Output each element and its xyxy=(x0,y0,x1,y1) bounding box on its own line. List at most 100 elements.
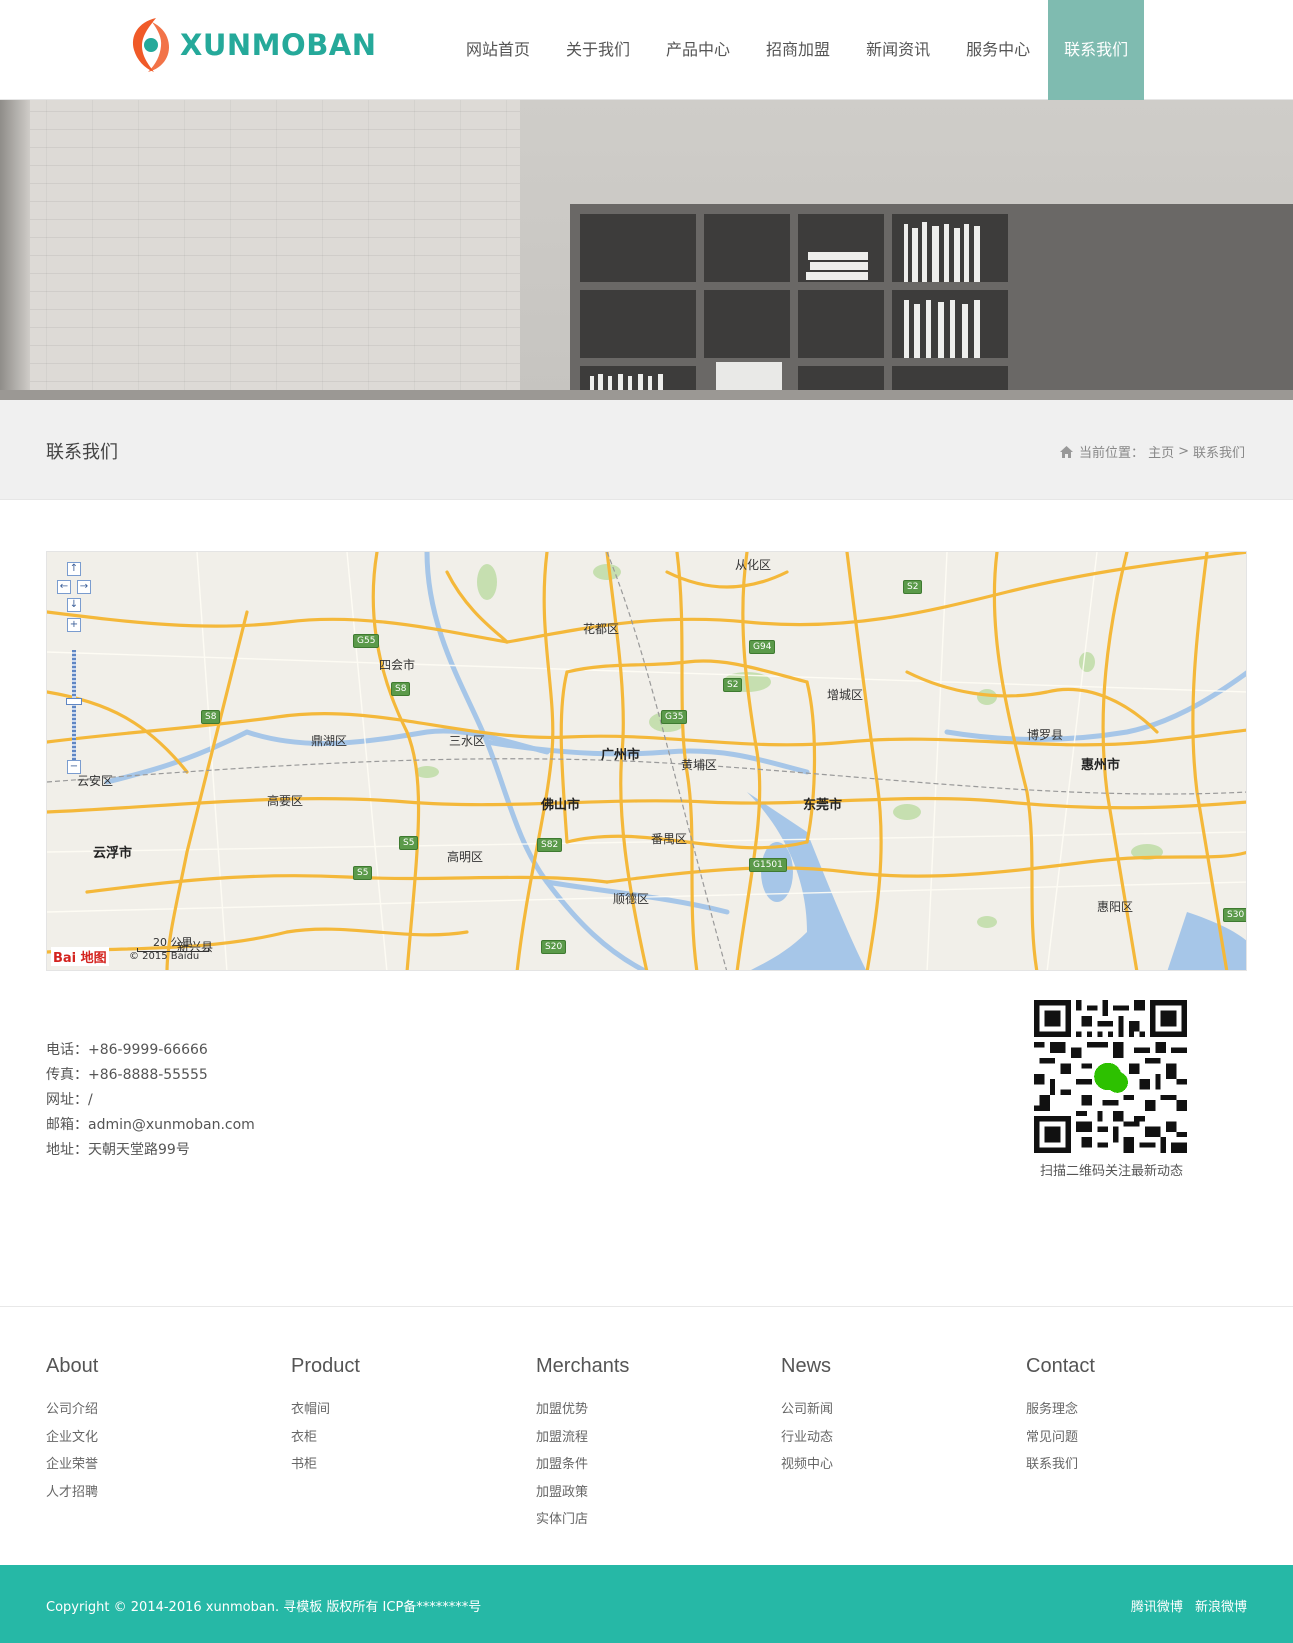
logo-text: XUNMOBAN xyxy=(180,28,377,62)
footer-link[interactable]: 企业荣誉 xyxy=(46,1451,266,1479)
footer-link[interactable]: 加盟政策 xyxy=(536,1479,756,1507)
map-pan-up-button[interactable]: ↑ xyxy=(67,562,81,576)
nav-item-franchise[interactable]: 招商加盟 xyxy=(748,0,848,100)
page-title-strip: 联系我们 当前位置： 主页 > 联系我们 xyxy=(0,400,1293,500)
footer-divider xyxy=(0,1306,1293,1307)
map-highway-shield: S20 xyxy=(541,940,567,954)
map-pan-down-button[interactable]: ↓ xyxy=(67,598,81,612)
map-label-dinghu: 鼎湖区 xyxy=(311,734,348,748)
map-highway-shield: S2 xyxy=(723,678,743,692)
map-pan-left-button[interactable]: ← xyxy=(57,580,71,594)
map-copyright: © 2015 Baidu xyxy=(129,951,200,962)
breadcrumb-current: 联系我们 xyxy=(1192,446,1245,461)
footer-link[interactable]: 加盟条件 xyxy=(536,1451,756,1479)
map-zoom-thumb[interactable] xyxy=(66,698,82,705)
footer-link[interactable]: 衣柜 xyxy=(291,1424,511,1452)
map-label-shunde: 顺德区 xyxy=(613,892,650,906)
banner-brick-wall xyxy=(0,100,520,400)
footer-col-about: About 公司介绍 企业文化 企业荣誉 人才招聘 xyxy=(46,1355,266,1506)
footer-link[interactable]: 联系我们 xyxy=(1026,1451,1246,1479)
nav-item-news[interactable]: 新闻资讯 xyxy=(848,0,948,100)
map-highway-shield: S5 xyxy=(353,866,373,880)
map-highway-shield: G55 xyxy=(353,634,380,648)
banner-wall-edge xyxy=(0,100,30,400)
social-links: 腾讯微博 新浪微博 xyxy=(1123,1596,1247,1615)
breadcrumb-prefix: 当前位置： xyxy=(1079,446,1145,461)
map-label-huizhou: 惠州市 xyxy=(1081,758,1121,773)
map-highway-shield: G1501 xyxy=(749,858,787,872)
contact-phone: 电话：+86-9999-66666 xyxy=(46,1042,208,1058)
map-label-panyu: 番禺区 xyxy=(651,832,688,846)
site-header: XUNMOBAN 网站首页 关于我们 产品中心 招商加盟 新闻资讯 服务中心 联… xyxy=(0,0,1293,100)
breadcrumb: 当前位置： 主页 > 联系我们 xyxy=(1060,442,1247,461)
footer-link[interactable]: 实体门店 xyxy=(536,1506,756,1534)
copyright-text: Copyright © 2014-2016 xunmoban. 寻模板 版权所有… xyxy=(46,1600,482,1615)
footer-link[interactable]: 人才招聘 xyxy=(46,1479,266,1507)
map-label-yunan: 云安区 xyxy=(77,774,114,788)
map-label-huangpu: 黄埔区 xyxy=(681,758,718,772)
copyright-bar: Copyright © 2014-2016 xunmoban. 寻模板 版权所有… xyxy=(0,1565,1293,1643)
footer-link[interactable]: 公司新闻 xyxy=(781,1396,1001,1424)
footer-link[interactable]: 加盟流程 xyxy=(536,1424,756,1452)
map-label-boluo: 博罗县 xyxy=(1027,728,1064,742)
map-label-sanshui: 三水区 xyxy=(449,734,486,748)
footer-link[interactable]: 服务理念 xyxy=(1026,1396,1246,1424)
footer-link[interactable]: 加盟优势 xyxy=(536,1396,756,1424)
footer-col-title: Merchants xyxy=(536,1355,630,1377)
map-highway-shield: S8 xyxy=(391,682,411,696)
footer-link[interactable]: 衣帽间 xyxy=(291,1396,511,1424)
page-title: 联系我们 xyxy=(46,442,118,463)
footer-col-title: About xyxy=(46,1355,99,1377)
footer-col-title: Contact xyxy=(1026,1355,1095,1377)
baidu-map[interactable]: ↑ ← → ↓ + − 从化区 花都区 四会市 增城区 鼎湖区 三水区 黄埔区 … xyxy=(46,551,1247,971)
qr-caption: 扫描二维码关注最新动态 xyxy=(1039,1164,1183,1179)
footer-link[interactable]: 视频中心 xyxy=(781,1451,1001,1479)
map-zoom-in-button[interactable]: + xyxy=(67,618,81,632)
footer-col-product: Product 衣帽间 衣柜 书柜 xyxy=(291,1355,511,1479)
footer-link[interactable]: 书柜 xyxy=(291,1451,511,1479)
banner-floor xyxy=(0,390,1293,400)
footer-link[interactable]: 公司介绍 xyxy=(46,1396,266,1424)
baidu-map-logo[interactable]: Bai 地图 xyxy=(51,947,109,966)
wechat-qr-code xyxy=(1034,1000,1187,1153)
map-label-guangzhou: 广州市 xyxy=(601,748,641,763)
footer-link[interactable]: 企业文化 xyxy=(46,1424,266,1452)
contact-email: 邮箱：admin@xunmoban.com xyxy=(46,1117,255,1133)
footer-link[interactable]: 行业动态 xyxy=(781,1424,1001,1452)
nav-item-products[interactable]: 产品中心 xyxy=(648,0,748,100)
footer-col-title: Product xyxy=(291,1355,360,1377)
home-icon xyxy=(1060,445,1074,458)
contact-fax: 传真：+86-8888-55555 xyxy=(46,1067,208,1083)
map-pan-right-button[interactable]: → xyxy=(77,580,91,594)
map-label-yunfu: 云浮市 xyxy=(93,846,133,861)
map-highway-shield: S8 xyxy=(201,710,221,724)
sina-weibo-link[interactable]: 新浪微博 xyxy=(1195,1600,1247,1615)
site-logo[interactable]: XUNMOBAN xyxy=(128,14,377,76)
main-nav: 网站首页 关于我们 产品中心 招商加盟 新闻资讯 服务中心 联系我们 xyxy=(448,0,1145,100)
footer-col-news: News 公司新闻 行业动态 视频中心 xyxy=(781,1355,1001,1479)
breadcrumb-home-link[interactable]: 主页 xyxy=(1148,442,1174,461)
map-roads xyxy=(47,552,1246,970)
nav-item-service[interactable]: 服务中心 xyxy=(948,0,1048,100)
contact-website: 网址：/ xyxy=(46,1092,93,1108)
map-zoom-control: ↑ ← → ↓ + − xyxy=(57,562,91,792)
nav-item-home[interactable]: 网站首页 xyxy=(448,0,548,100)
nav-item-contact[interactable]: 联系我们 xyxy=(1048,0,1145,100)
map-highway-shield: S5 xyxy=(399,836,419,850)
footer-col-merchants: Merchants 加盟优势 加盟流程 加盟条件 加盟政策 实体门店 xyxy=(536,1355,756,1534)
map-zoom-slider[interactable] xyxy=(72,650,76,772)
map-label-gaoyao: 高要区 xyxy=(267,794,304,808)
map-highway-shield: S30 xyxy=(1223,908,1246,922)
map-label-zengcheng: 增城区 xyxy=(827,688,864,702)
map-highway-shield: G94 xyxy=(749,640,776,654)
map-highway-shield: S2 xyxy=(903,580,923,594)
map-label-gaoming: 高明区 xyxy=(447,850,484,864)
logo-icon xyxy=(132,18,170,72)
tencent-weibo-link[interactable]: 腾讯微博 xyxy=(1131,1600,1183,1615)
map-label-foshan: 佛山市 xyxy=(541,798,581,813)
map-highway-shield: S82 xyxy=(537,838,563,852)
contact-info: 电话：+86-9999-66666 传真：+86-8888-55555 网址：/… xyxy=(46,1038,255,1163)
map-label-dongguan: 东莞市 xyxy=(803,798,843,813)
footer-link[interactable]: 常见问题 xyxy=(1026,1424,1246,1452)
nav-item-about[interactable]: 关于我们 xyxy=(548,0,648,100)
